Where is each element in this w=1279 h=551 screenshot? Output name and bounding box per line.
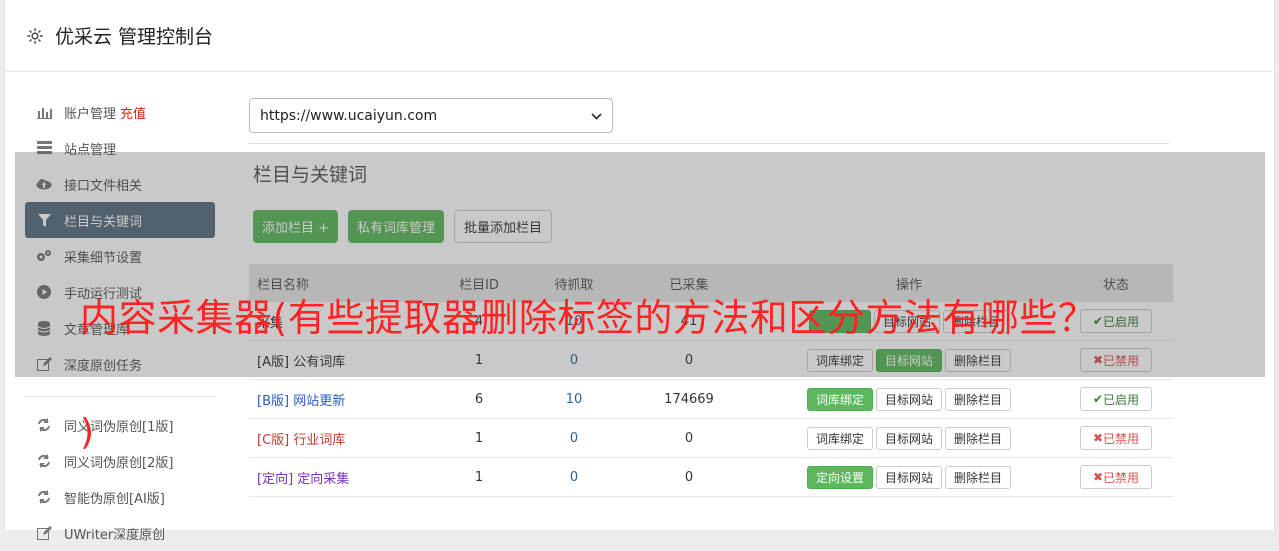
row-collected: 0 [684, 469, 694, 485]
gear-icon [25, 26, 45, 46]
directed-settings-button[interactable]: 定向设置 [806, 465, 873, 489]
sidebar-item-label: 账户管理 [64, 106, 117, 122]
status-toggle[interactable]: ✔ 已启用 [1080, 387, 1152, 411]
refresh-icon [36, 417, 52, 433]
headline-banner: 内容采集器(有些提取器删除标签的方法和区分方法有哪些？ [80, 296, 1097, 340]
target-site-button[interactable]: 目标网站 [875, 426, 942, 450]
row-actions: 词库绑定 目标网站 删除栏目 [759, 426, 1059, 450]
row-actions: 定向设置 目标网站 删除栏目 [759, 465, 1059, 489]
sidebar-item-label: 智能伪原创[AI版] [64, 491, 165, 507]
row-id: 1 [474, 430, 484, 446]
table-row: [B版] 网站更新 6 10 174669 词库绑定 目标网站 删除栏目 ✔ 已启… [249, 380, 1173, 419]
row-title: 行业词库 [293, 432, 346, 448]
row-status: ✖ 已禁用 [1059, 465, 1173, 489]
target-site-button[interactable]: 目标网站 [875, 387, 942, 411]
row-actions: 词库绑定 目标网站 删除栏目 [759, 387, 1059, 411]
row-status: ✖ 已禁用 [1059, 426, 1173, 450]
row-tag: [定向] [257, 471, 294, 487]
delete-column-button[interactable]: 删除栏目 [945, 387, 1012, 411]
bar-chart-icon [36, 104, 52, 120]
row-id: 1 [474, 469, 484, 485]
row-title: 定向采集 [297, 471, 350, 487]
row-id: 6 [474, 391, 484, 407]
row-collected: 0 [684, 430, 694, 446]
header: 优采云 管理控制台 [5, 0, 1274, 72]
site-select[interactable]: https://www.ucaiyun.com [249, 98, 613, 133]
sidebar-item-uwriter[interactable]: UWriter深度原创 [25, 515, 215, 551]
sidebar-divider [25, 396, 215, 397]
site-select-value: https://www.ucaiyun.com [260, 107, 438, 124]
row-name[interactable]: [定向] 定向采集 [249, 468, 429, 487]
table-row: [定向] 定向采集 1 0 0 定向设置 目标网站 删除栏目 ✖ 已禁用 [249, 458, 1173, 497]
close-icon: ✖ [1092, 431, 1104, 445]
row-title: 网站更新 [293, 393, 346, 409]
status-toggle[interactable]: ✖ 已禁用 [1080, 426, 1152, 450]
row-status: ✔ 已启用 [1059, 387, 1173, 411]
row-collected: 174669 [664, 391, 714, 407]
recharge-link[interactable]: 充值 [120, 103, 146, 122]
headline-tail: ) [80, 412, 95, 453]
row-name[interactable]: [C版] 行业词库 [249, 429, 429, 448]
status-label: 已禁用 [1103, 470, 1140, 485]
refresh-icon [36, 489, 52, 505]
close-icon: ✖ [1092, 470, 1104, 484]
row-pending[interactable]: 10 [529, 392, 619, 407]
bind-lib-button[interactable]: 词库绑定 [806, 426, 873, 450]
sidebar-item-account[interactable]: 账户管理 充值 [25, 94, 215, 130]
edit-icon [36, 525, 52, 541]
row-tag: [C版] [257, 432, 290, 448]
bind-lib-button[interactable]: 词库绑定 [806, 387, 873, 411]
sidebar-item-synonym-v1[interactable]: 同义词伪原创[1版] [25, 407, 215, 443]
delete-column-button[interactable]: 删除栏目 [945, 465, 1012, 489]
status-label: 已启用 [1103, 392, 1140, 407]
sidebar-item-synonym-v2[interactable]: 同义词伪原创[2版] [25, 443, 215, 479]
delete-column-button[interactable]: 删除栏目 [945, 426, 1012, 450]
status-label: 已禁用 [1103, 431, 1140, 446]
status-toggle[interactable]: ✖ 已禁用 [1080, 465, 1152, 489]
row-tag: [B版] [257, 393, 290, 409]
refresh-icon [36, 453, 52, 469]
table-row: [C版] 行业词库 1 0 0 词库绑定 目标网站 删除栏目 ✖ 已禁用 [249, 419, 1173, 458]
sidebar-item-label: UWriter深度原创 [64, 527, 166, 543]
target-site-button[interactable]: 目标网站 [875, 465, 942, 489]
row-pending[interactable]: 0 [529, 431, 619, 446]
sidebar-item-smart-ai[interactable]: 智能伪原创[AI版] [25, 479, 215, 515]
chevron-down-icon [591, 108, 602, 124]
check-icon: ✔ [1092, 392, 1104, 406]
divider [249, 143, 1169, 144]
row-name[interactable]: [B版] 网站更新 [249, 390, 429, 409]
page-title: 优采云 管理控制台 [55, 26, 214, 48]
sidebar-item-label: 同义词伪原创[2版] [64, 455, 174, 471]
row-pending[interactable]: 0 [529, 470, 619, 485]
